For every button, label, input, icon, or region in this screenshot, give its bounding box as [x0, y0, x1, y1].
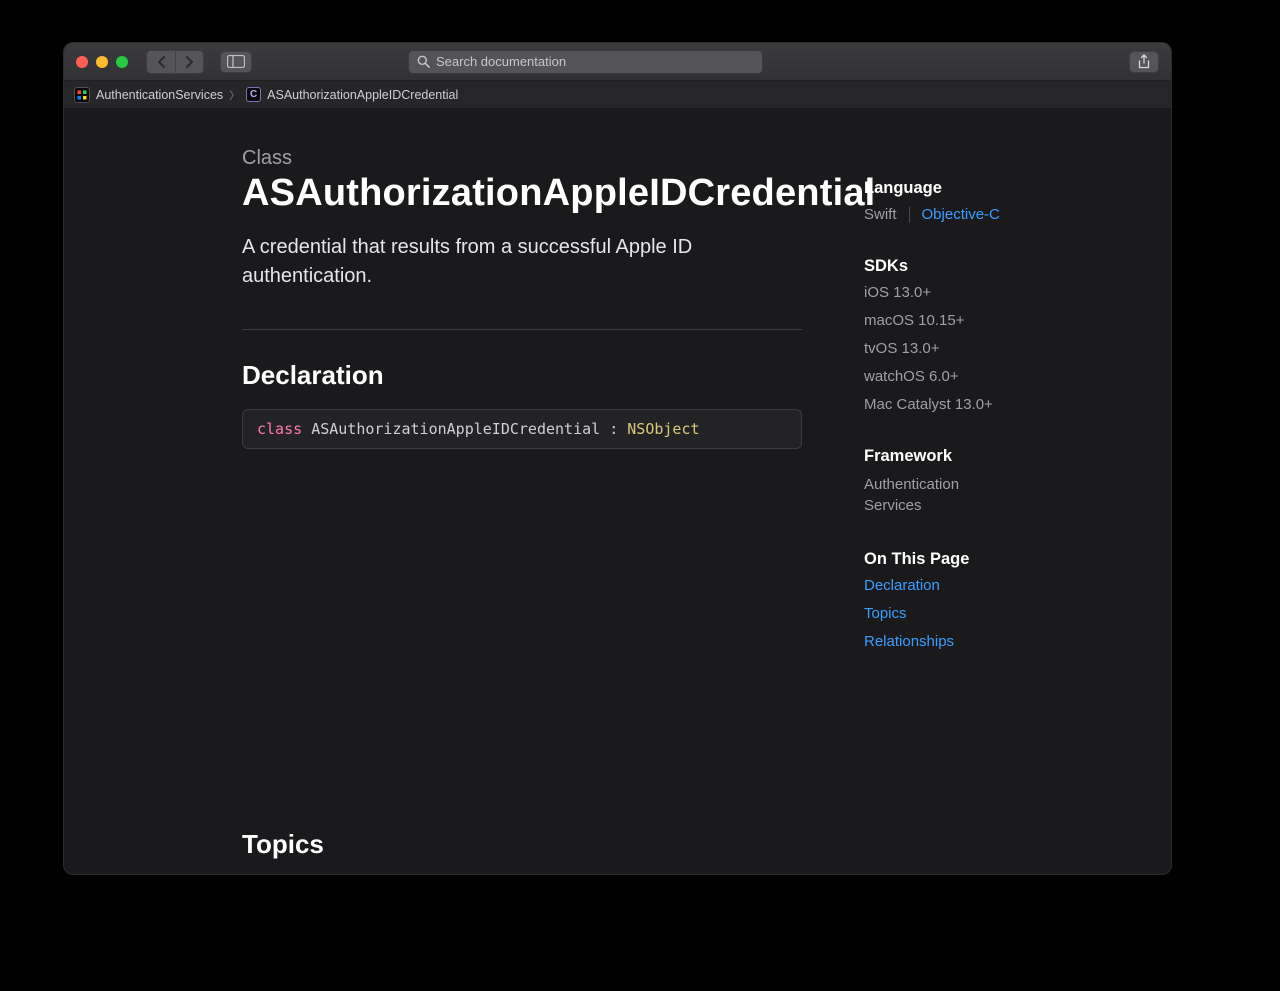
window-controls — [76, 56, 128, 68]
divider — [242, 329, 802, 330]
xcode-doc-window: AuthenticationServices 〉 C ASAuthorizati… — [63, 42, 1172, 875]
breadcrumb-leaf: ASAuthorizationAppleIDCredential — [267, 88, 458, 102]
nav-back-button[interactable] — [147, 51, 175, 73]
search-field[interactable] — [408, 50, 763, 74]
search-input[interactable] — [436, 54, 754, 69]
aside-column: Language Swift Objective-C SDKs iOS 13.0… — [834, 109, 1074, 874]
language-block: Language Swift Objective-C — [864, 179, 1074, 223]
framework-heading: Framework — [864, 447, 1074, 466]
decl-colon: : — [600, 420, 627, 438]
declaration-code: class ASAuthorizationAppleIDCredential :… — [242, 409, 802, 449]
nav-forward-button[interactable] — [175, 51, 203, 73]
language-separator — [909, 207, 910, 223]
page-summary: A credential that results from a success… — [242, 233, 802, 291]
language-heading: Language — [864, 179, 1074, 198]
chevron-right-icon: 〉 — [229, 87, 240, 103]
nav-back-forward — [146, 50, 204, 74]
language-swift[interactable]: Swift — [864, 206, 897, 223]
sdk-item: watchOS 6.0+ — [864, 368, 1074, 385]
minimize-window-button[interactable] — [96, 56, 108, 68]
main-column: Class ASAuthorizationAppleIDCredential A… — [64, 109, 834, 874]
breadcrumb: AuthenticationServices 〉 C ASAuthorizati… — [64, 81, 1171, 109]
share-button[interactable] — [1129, 51, 1159, 73]
search-icon — [417, 55, 430, 68]
sdk-item: Mac Catalyst 13.0+ — [864, 396, 1074, 413]
sdks-list: iOS 13.0+ macOS 10.15+ tvOS 13.0+ watchO… — [864, 284, 1074, 413]
toggle-sidebar-button[interactable] — [220, 51, 252, 73]
on-this-page-block: On This Page Declaration Topics Relation… — [864, 550, 1074, 650]
framework-icon — [74, 87, 90, 103]
sdk-item: tvOS 13.0+ — [864, 340, 1074, 357]
section-topics-heading: Topics — [242, 829, 834, 860]
sdks-block: SDKs iOS 13.0+ macOS 10.15+ tvOS 13.0+ w… — [864, 257, 1074, 413]
otp-link-topics[interactable]: Topics — [864, 605, 907, 622]
breadcrumb-root[interactable]: AuthenticationServices — [96, 88, 223, 102]
on-this-page-heading: On This Page — [864, 550, 1074, 569]
otp-link-relationships[interactable]: Relationships — [864, 633, 954, 650]
decl-keyword: class — [257, 420, 302, 438]
framework-block: Framework Authentication Services — [864, 447, 1074, 516]
close-window-button[interactable] — [76, 56, 88, 68]
eyebrow-label: Class — [242, 147, 834, 170]
content-area: Class ASAuthorizationAppleIDCredential A… — [64, 109, 1171, 874]
otp-link-declaration[interactable]: Declaration — [864, 577, 940, 594]
decl-superclass[interactable]: NSObject — [627, 420, 699, 438]
decl-type-name: ASAuthorizationAppleIDCredential — [311, 420, 600, 438]
class-icon: C — [246, 87, 261, 102]
sdk-item: macOS 10.15+ — [864, 312, 1074, 329]
framework-name[interactable]: Authentication Services — [864, 474, 1004, 516]
section-declaration-heading: Declaration — [242, 360, 834, 391]
on-this-page-list: Declaration Topics Relationships — [864, 577, 1074, 650]
language-objc-link[interactable]: Objective-C — [922, 206, 1000, 223]
sdks-heading: SDKs — [864, 257, 1074, 276]
titlebar — [64, 43, 1171, 81]
page-title: ASAuthorizationAppleIDCredential — [242, 172, 834, 215]
zoom-window-button[interactable] — [116, 56, 128, 68]
sdk-item: iOS 13.0+ — [864, 284, 1074, 301]
